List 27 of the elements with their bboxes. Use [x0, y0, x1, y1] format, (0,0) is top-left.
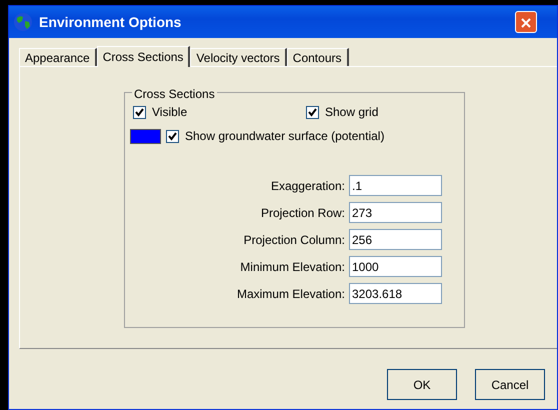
checkbox-label: Show grid — [325, 104, 378, 121]
input-field[interactable]: .1 — [349, 175, 442, 196]
input-field[interactable]: 256 — [349, 229, 442, 250]
close-icon — [519, 16, 533, 30]
tab[interactable]: Appearance — [19, 48, 97, 66]
field-label: Projection Column: — [244, 232, 345, 248]
checkbox[interactable] — [306, 106, 319, 118]
tab[interactable]: Velocity vectors — [190, 48, 287, 66]
color-swatch[interactable] — [130, 128, 161, 144]
globe-icon — [13, 12, 33, 32]
input-field[interactable]: 3203.618 — [349, 283, 442, 304]
field-label: Minimum Elevation: — [240, 258, 345, 276]
field-label: Projection Row: — [260, 204, 345, 222]
checkbox[interactable] — [133, 106, 146, 118]
field-label: Maximum Elevation: — [236, 286, 345, 302]
input-field[interactable]: 273 — [349, 202, 442, 223]
field-label: Exaggeration: — [270, 178, 345, 194]
window-title: Environment Options — [39, 12, 182, 32]
close-button[interactable] — [515, 11, 537, 33]
tab[interactable]: Contours — [286, 48, 348, 66]
checkbox[interactable] — [166, 130, 179, 142]
checkbox-label: Visible — [152, 104, 188, 121]
checkbox-label: Show groundwater surface (potential) — [185, 128, 384, 145]
tab[interactable]: Cross Sections — [96, 46, 190, 67]
dialog-button[interactable]: OK — [387, 369, 457, 400]
input-field[interactable]: 1000 — [349, 256, 442, 277]
dialog-button[interactable]: Cancel — [475, 369, 545, 400]
